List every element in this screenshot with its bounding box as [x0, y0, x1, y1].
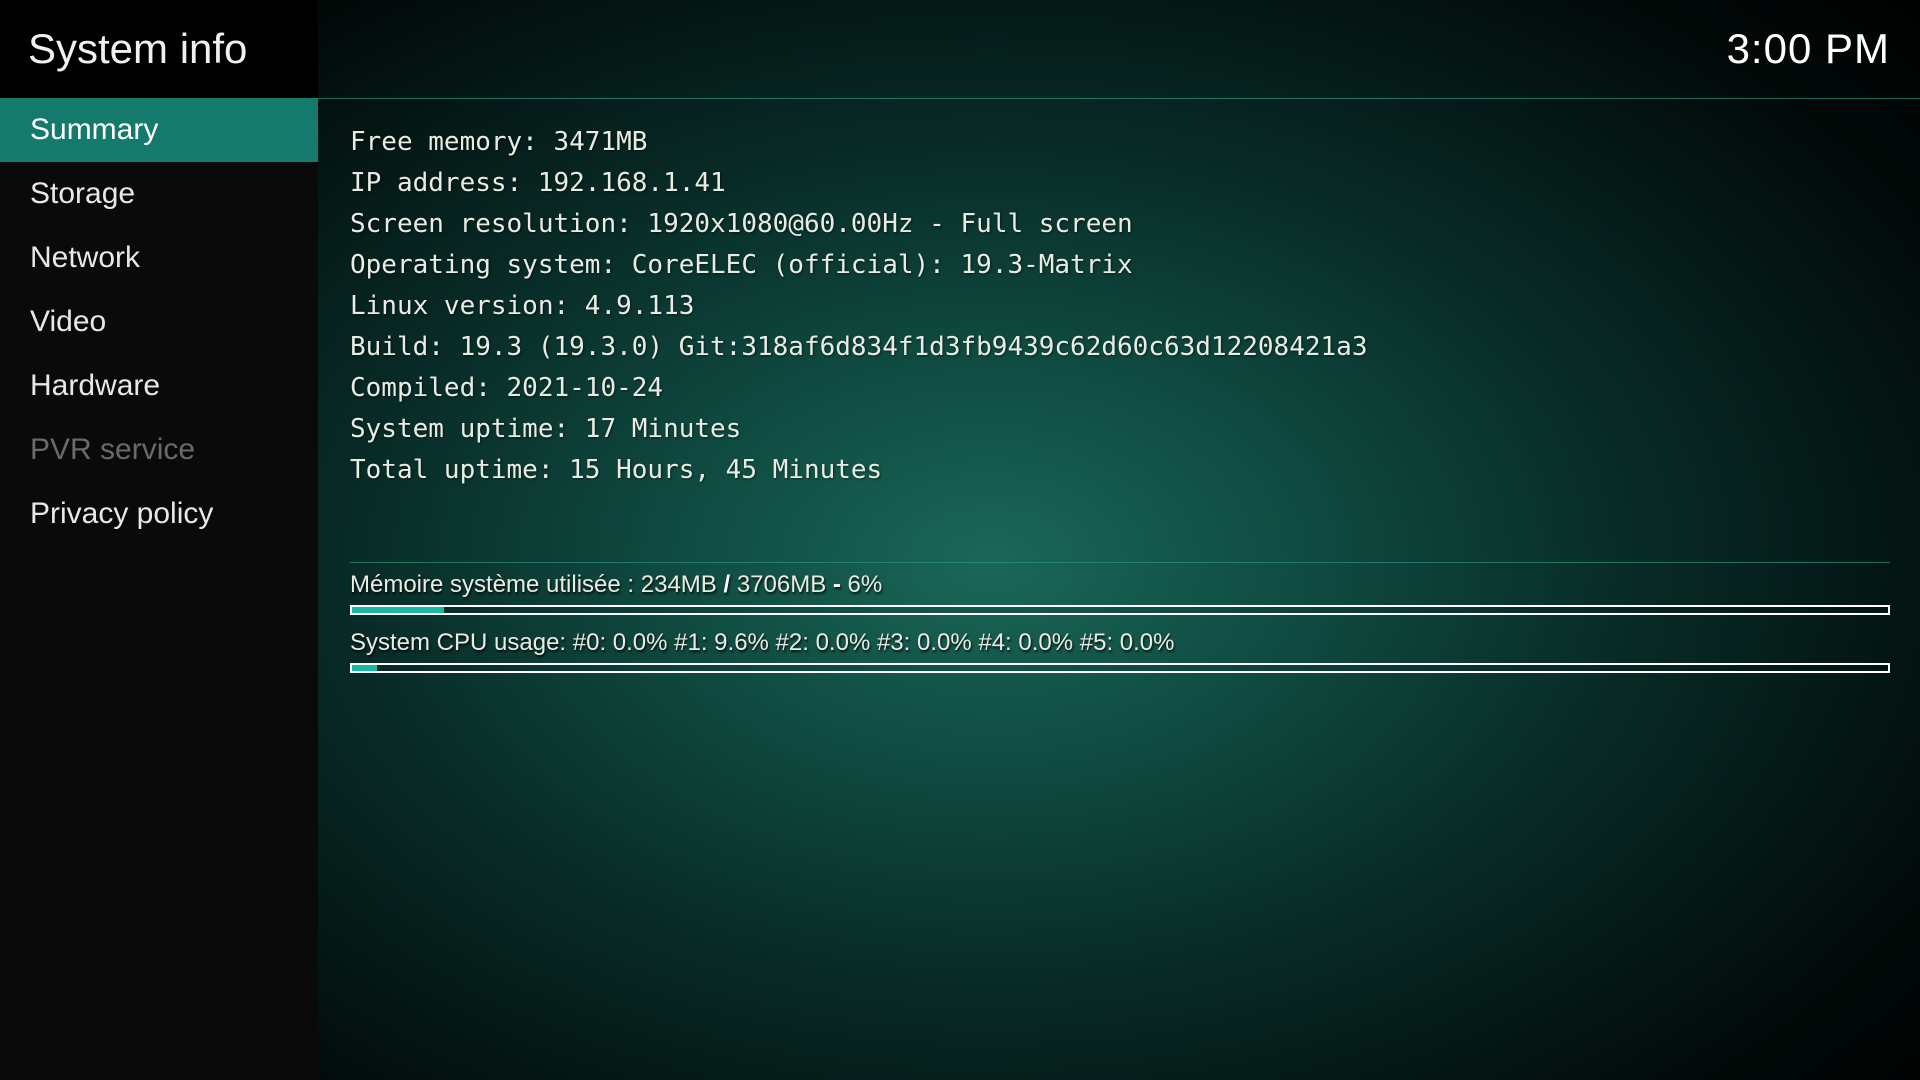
memory-progress-bar: [350, 605, 1890, 615]
sidebar-item-privacy-policy[interactable]: Privacy policy: [0, 482, 318, 546]
clock: 3:00 PM: [1727, 25, 1890, 73]
sidebar: System info Summary Storage Network Vide…: [0, 0, 318, 1080]
info-free-memory: Free memory: 3471MB: [350, 127, 1890, 157]
sidebar-item-storage[interactable]: Storage: [0, 162, 318, 226]
summary-info: Free memory: 3471MB IP address: 192.168.…: [318, 99, 1920, 485]
memory-progress-fill: [352, 607, 444, 613]
sidebar-item-label: Hardware: [30, 369, 160, 403]
sidebar-item-pvr-service: PVR service: [0, 418, 318, 482]
cpu-progress-fill: [352, 665, 377, 671]
info-compiled: Compiled: 2021-10-24: [350, 373, 1890, 403]
memory-sep-dash: -: [826, 571, 847, 598]
info-total-uptime: Total uptime: 15 Hours, 45 Minutes: [350, 455, 1890, 485]
sidebar-item-network[interactable]: Network: [0, 226, 318, 290]
sidebar-item-label: Video: [30, 305, 106, 339]
info-linux-version: Linux version: 4.9.113: [350, 291, 1890, 321]
sidebar-item-summary[interactable]: Summary: [0, 98, 318, 162]
info-screen-resolution: Screen resolution: 1920x1080@60.00Hz - F…: [350, 209, 1890, 239]
top-bar: 3:00 PM: [318, 0, 1920, 98]
sidebar-item-video[interactable]: Video: [0, 290, 318, 354]
sidebar-item-label: Summary: [30, 113, 158, 147]
memory-sep-slash: /: [717, 571, 737, 598]
memory-label-prefix: Mémoire système utilisée :: [350, 571, 641, 598]
sidebar-item-label: Network: [30, 241, 140, 275]
info-build: Build: 19.3 (19.3.0) Git:318af6d834f1d3f…: [350, 332, 1890, 362]
memory-usage-label: Mémoire système utilisée : 234MB / 3706M…: [350, 571, 1890, 599]
memory-percent-value: 6%: [848, 571, 883, 598]
sidebar-item-label: Privacy policy: [30, 497, 213, 531]
divider-top: [318, 98, 1920, 99]
page-title: System info: [0, 0, 318, 98]
footer: Mémoire système utilisée : 234MB / 3706M…: [318, 562, 1920, 687]
info-ip-address: IP address: 192.168.1.41: [350, 168, 1890, 198]
memory-used-value: 234MB: [641, 571, 717, 598]
app-root: System info Summary Storage Network Vide…: [0, 0, 1920, 1080]
cpu-progress-bar: [350, 663, 1890, 673]
sidebar-item-label: PVR service: [30, 433, 195, 467]
cpu-usage-label: System CPU usage: #0: 0.0% #1: 9.6% #2: …: [350, 629, 1890, 657]
sidebar-items: Summary Storage Network Video Hardware P…: [0, 98, 318, 546]
sidebar-item-hardware[interactable]: Hardware: [0, 354, 318, 418]
info-system-uptime: System uptime: 17 Minutes: [350, 414, 1890, 444]
divider-footer: [350, 562, 1890, 563]
info-operating-system: Operating system: CoreELEC (official): 1…: [350, 250, 1890, 280]
main-panel: 3:00 PM Free memory: 3471MB IP address: …: [318, 0, 1920, 1080]
sidebar-item-label: Storage: [30, 177, 135, 211]
memory-total-value: 3706MB: [737, 571, 826, 598]
